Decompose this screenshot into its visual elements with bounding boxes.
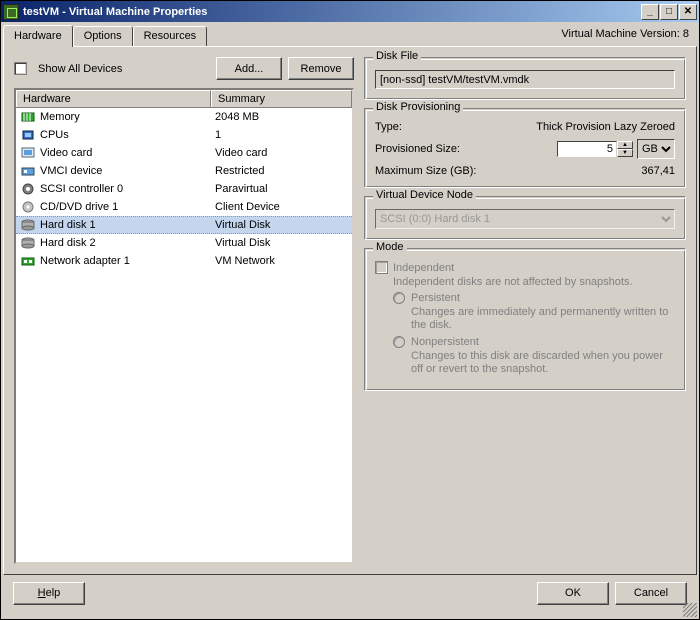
mode-group: Mode Independent Independent disks are n…: [364, 248, 686, 391]
tab-options[interactable]: Options: [73, 26, 133, 46]
right-column: Disk File Disk Provisioning Type: Thick …: [364, 57, 686, 564]
vmci-icon: [20, 164, 36, 178]
disk-file-field[interactable]: [375, 70, 675, 89]
remove-button[interactable]: Remove: [288, 57, 354, 80]
hardware-label: CD/DVD drive 1: [40, 201, 215, 213]
close-button[interactable]: ✕: [679, 4, 697, 20]
spinner-up-icon[interactable]: ▲: [617, 141, 633, 149]
hardware-label: CPUs: [40, 129, 215, 141]
nic-icon: [20, 254, 36, 268]
show-all-checkbox[interactable]: [14, 62, 27, 75]
vm-version-label: Virtual Machine Version: 8: [561, 28, 689, 40]
prov-max-value: 367,41: [641, 165, 675, 177]
col-hardware[interactable]: Hardware: [16, 90, 211, 107]
persistent-radio: [393, 292, 405, 304]
hardware-label: SCSI controller 0: [40, 183, 215, 195]
nonpersistent-radio: [393, 336, 405, 348]
mode-legend: Mode: [373, 241, 407, 253]
hardware-summary: Restricted: [215, 165, 348, 177]
scsi-icon: [20, 182, 36, 196]
prov-size-input[interactable]: [557, 141, 617, 157]
hardware-row[interactable]: Hard disk 1Virtual Disk: [16, 216, 352, 234]
hardware-label: Memory: [40, 111, 215, 123]
hardware-row[interactable]: Hard disk 2Virtual Disk: [16, 234, 352, 252]
disk-provisioning-group: Disk Provisioning Type: Thick Provision …: [364, 108, 686, 188]
spinner-down-icon[interactable]: ▼: [617, 149, 633, 157]
disk-file-group: Disk File: [364, 57, 686, 100]
vdn-combo: SCSI (0:0) Hard disk 1: [375, 209, 675, 229]
hardware-label: Network adapter 1: [40, 255, 215, 267]
disk-file-legend: Disk File: [373, 50, 421, 62]
nonpersistent-label: Nonpersistent: [411, 336, 675, 348]
virtual-device-node-group: Virtual Device Node SCSI (0:0) Hard disk…: [364, 196, 686, 240]
hardware-summary: Video card: [215, 147, 348, 159]
hardware-row[interactable]: Memory2048 MB: [16, 108, 352, 126]
disk-icon: [20, 218, 36, 232]
minimize-button[interactable]: _: [641, 4, 659, 20]
hardware-row[interactable]: CPUs1: [16, 126, 352, 144]
nonpersistent-desc: Changes to this disk are discarded when …: [411, 350, 675, 376]
independent-checkbox: [375, 261, 388, 274]
hardware-summary: Client Device: [215, 201, 348, 213]
hardware-list-header: Hardware Summary: [16, 90, 352, 108]
cancel-button[interactable]: Cancel: [615, 582, 687, 605]
independent-label: Independent: [393, 262, 454, 274]
video-icon: [20, 146, 36, 160]
add-button[interactable]: Add...: [216, 57, 282, 80]
hardware-label: Hard disk 1: [40, 219, 215, 231]
hardware-label: Hard disk 2: [40, 237, 215, 249]
hardware-summary: Paravirtual: [215, 183, 348, 195]
persistent-desc: Changes are immediately and permanently …: [411, 306, 675, 332]
cpu-icon: [20, 128, 36, 142]
tab-panel: Show All Devices Add... Remove Hardware …: [3, 46, 697, 575]
persistent-label: Persistent: [411, 292, 675, 304]
tab-hardware[interactable]: Hardware: [3, 25, 73, 47]
tab-resources[interactable]: Resources: [133, 26, 208, 46]
hardware-list-body[interactable]: Memory2048 MBCPUs1Video cardVideo cardVM…: [16, 108, 352, 562]
left-column: Show All Devices Add... Remove Hardware …: [14, 57, 354, 564]
hardware-row[interactable]: CD/DVD drive 1Client Device: [16, 198, 352, 216]
hardware-row[interactable]: SCSI controller 0Paravirtual: [16, 180, 352, 198]
hardware-summary: Virtual Disk: [215, 237, 348, 249]
memory-icon: [20, 110, 36, 124]
hardware-summary: VM Network: [215, 255, 348, 267]
resize-grip-icon[interactable]: [683, 603, 697, 617]
disk-prov-legend: Disk Provisioning: [373, 101, 463, 113]
prov-type-label: Type:: [375, 121, 536, 133]
hardware-row[interactable]: Network adapter 1VM Network: [16, 252, 352, 270]
app-icon: [3, 4, 19, 20]
hardware-label: Video card: [40, 147, 215, 159]
hardware-list[interactable]: Hardware Summary Memory2048 MBCPUs1Video…: [14, 88, 354, 564]
vdn-legend: Virtual Device Node: [373, 189, 476, 201]
help-button[interactable]: Help: [13, 582, 85, 605]
hardware-summary: 2048 MB: [215, 111, 348, 123]
prov-size-unit-combo[interactable]: GB: [637, 139, 675, 159]
hardware-row[interactable]: VMCI deviceRestricted: [16, 162, 352, 180]
hardware-label: VMCI device: [40, 165, 215, 177]
independent-desc: Independent disks are not affected by sn…: [393, 276, 675, 288]
hardware-summary: 1: [215, 129, 348, 141]
ok-button[interactable]: OK: [537, 582, 609, 605]
prov-size-label: Provisioned Size:: [375, 143, 557, 155]
window-title: testVM - Virtual Machine Properties: [23, 6, 641, 18]
title-bar[interactable]: testVM - Virtual Machine Properties _ □ …: [1, 1, 699, 22]
properties-window: testVM - Virtual Machine Properties _ □ …: [0, 0, 700, 620]
dialog-footer: Help OK Cancel: [1, 575, 699, 619]
hardware-summary: Virtual Disk: [215, 219, 348, 231]
prov-max-label: Maximum Size (GB):: [375, 165, 641, 177]
show-all-label: Show All Devices: [38, 63, 122, 75]
hardware-row[interactable]: Video cardVideo card: [16, 144, 352, 162]
col-summary[interactable]: Summary: [211, 90, 352, 107]
tab-row: Hardware Options Resources Virtual Machi…: [3, 24, 697, 46]
cd-icon: [20, 200, 36, 214]
prov-type-value: Thick Provision Lazy Zeroed: [536, 121, 675, 133]
disk-icon: [20, 236, 36, 250]
maximize-button[interactable]: □: [660, 4, 678, 20]
prov-size-spinner[interactable]: ▲ ▼: [557, 141, 633, 157]
